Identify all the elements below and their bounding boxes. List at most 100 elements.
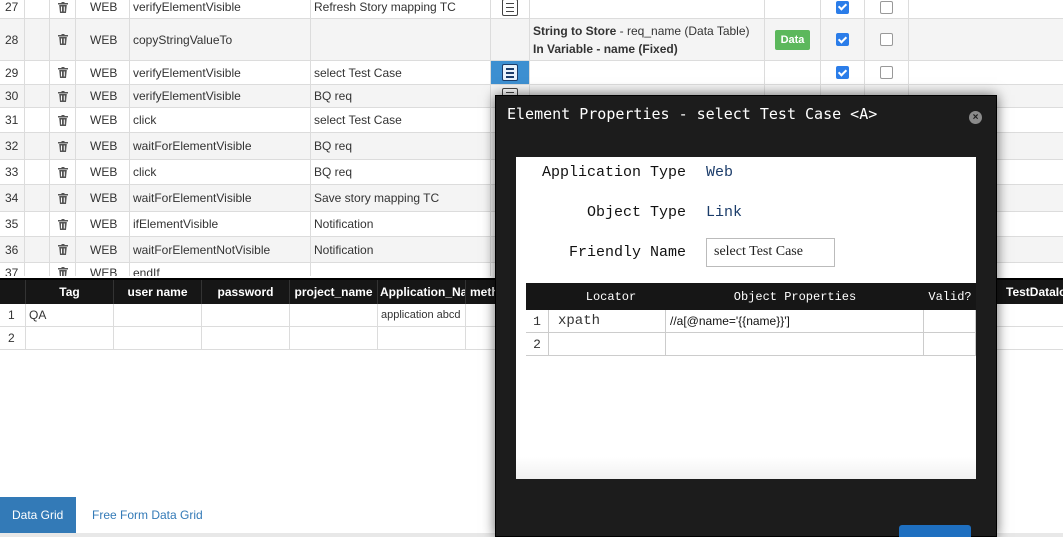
delete-step-cell[interactable]	[50, 237, 76, 262]
step-drag-cell[interactable]	[25, 61, 50, 84]
step-checkbox-cell[interactable]	[821, 19, 865, 60]
password-cell[interactable]	[202, 327, 290, 349]
delete-step-cell[interactable]	[50, 185, 76, 211]
trash-icon[interactable]	[57, 67, 68, 78]
trash-icon[interactable]	[57, 140, 68, 152]
delete-step-cell[interactable]	[50, 108, 76, 132]
trash-icon[interactable]	[57, 218, 68, 230]
project-name-cell[interactable]	[290, 304, 378, 326]
method-cell[interactable]	[466, 327, 496, 349]
step-row[interactable]: 27 WEB verifyElementVisible Refresh Story m…	[0, 0, 1063, 19]
column-header-testdata[interactable]: TestDataIc	[1000, 280, 1063, 304]
user-name-cell[interactable]	[114, 327, 202, 349]
dialog-action-button[interactable]	[899, 525, 971, 537]
step-action[interactable]: copyStringValueTo	[130, 19, 311, 60]
step-description[interactable]: Notification	[311, 237, 491, 262]
document-icon[interactable]	[502, 0, 518, 16]
step-checkbox-cell[interactable]	[821, 0, 865, 18]
object-properties-cell[interactable]: //a[@name='{{name}}']	[666, 310, 924, 332]
trash-icon[interactable]	[57, 244, 68, 255]
column-header-application-name[interactable]: Application_Na	[378, 280, 466, 304]
step-description[interactable]: BQ req	[311, 85, 491, 107]
step-drag-cell[interactable]	[25, 85, 50, 107]
delete-step-cell[interactable]	[50, 263, 76, 276]
trash-icon[interactable]	[57, 34, 68, 45]
step-action[interactable]: endIf	[130, 263, 311, 276]
application-name-cell[interactable]: application abcd	[378, 304, 466, 326]
column-header-tag[interactable]: Tag	[26, 280, 114, 304]
locator-row[interactable]: 1 xpath //a[@name='{{name}}']	[526, 310, 976, 333]
step-checkbox-cell[interactable]	[821, 61, 865, 84]
step-object-cell[interactable]	[491, 0, 530, 18]
locator-type-cell[interactable]	[548, 333, 666, 355]
document-icon[interactable]	[502, 64, 518, 81]
delete-step-cell[interactable]	[50, 160, 76, 184]
delete-step-cell[interactable]	[50, 85, 76, 107]
step-data-cell[interactable]: Data	[765, 19, 821, 60]
step-object-cell[interactable]	[491, 61, 530, 84]
tag-cell[interactable]	[26, 327, 114, 349]
delete-step-cell[interactable]	[50, 0, 76, 18]
password-cell[interactable]	[202, 304, 290, 326]
step-checkbox-cell[interactable]	[865, 0, 909, 18]
step-parameters[interactable]	[530, 0, 765, 18]
step-drag-cell[interactable]	[25, 237, 50, 262]
step-action[interactable]: waitForElementVisible	[130, 185, 311, 211]
column-header-method[interactable]: meth	[466, 280, 496, 304]
step-action[interactable]: verifyElementVisible	[130, 61, 311, 84]
tab-data-grid[interactable]: Data Grid	[0, 497, 76, 533]
step-option-checkbox[interactable]	[880, 33, 893, 46]
step-option-checkbox[interactable]	[880, 66, 893, 79]
step-enabled-checkbox[interactable]	[836, 66, 849, 79]
column-header-project-name[interactable]: project_name	[290, 280, 378, 304]
close-icon[interactable]: ×	[969, 111, 982, 124]
step-description[interactable]: Refresh Story mapping TC	[311, 0, 491, 18]
step-action[interactable]: verifyElementVisible	[130, 0, 311, 18]
trash-icon[interactable]	[57, 114, 68, 126]
step-action[interactable]: waitForElementNotVisible	[130, 237, 311, 262]
trash-icon[interactable]	[57, 90, 68, 102]
step-parameters[interactable]	[530, 61, 765, 84]
step-action[interactable]: click	[130, 160, 311, 184]
step-data-cell[interactable]	[765, 0, 821, 18]
column-header-user-name[interactable]: user name	[114, 280, 202, 304]
step-object-cell[interactable]	[491, 19, 530, 60]
step-description[interactable]: Notification	[311, 212, 491, 236]
step-checkbox-cell[interactable]	[865, 19, 909, 60]
step-drag-cell[interactable]	[25, 160, 50, 184]
step-action[interactable]: click	[130, 108, 311, 132]
project-name-cell[interactable]	[290, 327, 378, 349]
delete-step-cell[interactable]	[50, 61, 76, 84]
step-drag-cell[interactable]	[25, 212, 50, 236]
step-description[interactable]	[311, 263, 491, 276]
step-option-checkbox[interactable]	[880, 0, 893, 14]
delete-step-cell[interactable]	[50, 212, 76, 236]
trash-icon[interactable]	[57, 192, 68, 204]
step-description[interactable]: select Test Case	[311, 108, 491, 132]
step-action[interactable]: waitForElementVisible	[130, 133, 311, 159]
delete-step-cell[interactable]	[50, 133, 76, 159]
step-description[interactable]: Save story mapping TC	[311, 185, 491, 211]
column-header-password[interactable]: password	[202, 280, 290, 304]
delete-step-cell[interactable]	[50, 19, 76, 60]
user-name-cell[interactable]	[114, 304, 202, 326]
step-description[interactable]: select Test Case	[311, 61, 491, 84]
data-badge[interactable]: Data	[774, 29, 811, 50]
trash-icon[interactable]	[57, 1, 68, 13]
step-drag-cell[interactable]	[25, 0, 50, 18]
step-action[interactable]: verifyElementVisible	[130, 85, 311, 107]
step-drag-cell[interactable]	[25, 133, 50, 159]
step-drag-cell[interactable]	[25, 263, 50, 276]
step-data-cell[interactable]	[765, 61, 821, 84]
application-name-cell[interactable]	[378, 327, 466, 349]
step-description[interactable]: BQ req	[311, 133, 491, 159]
locator-row[interactable]: 2	[526, 333, 976, 356]
step-row[interactable]: 29 WEB verifyElementVisible select Test Cas…	[0, 61, 1063, 85]
trash-icon[interactable]	[57, 166, 68, 178]
step-description[interactable]	[311, 19, 491, 60]
step-enabled-checkbox[interactable]	[836, 33, 849, 46]
step-enabled-checkbox[interactable]	[836, 0, 849, 14]
step-row[interactable]: 28 WEB copyStringValueTo String to Store - …	[0, 19, 1063, 61]
tab-free-form-data-grid[interactable]: Free Form Data Grid	[80, 497, 215, 533]
tag-cell[interactable]: QA	[26, 304, 114, 326]
